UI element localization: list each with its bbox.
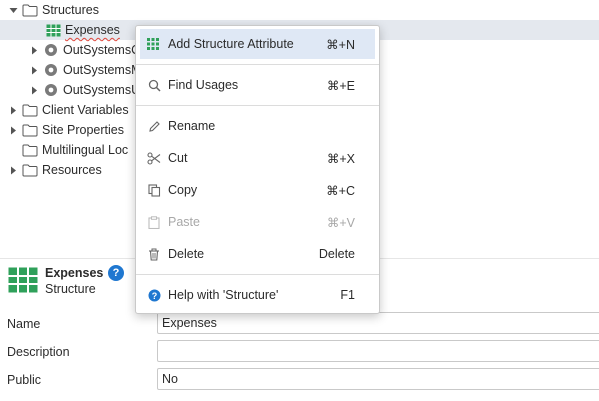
menu-item-label: Find Usages [168,78,239,92]
context-menu: Add Structure Attribute ⌘+N Find Usages … [135,25,380,314]
menu-item-add-structure-attribute[interactable]: Add Structure Attribute ⌘+N [140,29,375,59]
property-label: Public [7,373,42,387]
menu-item-shortcut: ⌘+X [326,151,355,166]
menu-item-label: Copy [168,183,198,197]
menu-separator [136,64,379,65]
folder-icon [22,162,38,178]
collapse-arrow-icon[interactable] [29,45,39,55]
menu-item-rename[interactable]: Rename [140,111,375,141]
menu-item-shortcut: ⌘+C [326,183,355,198]
public-select[interactable]: No [157,368,599,390]
expand-arrow-icon[interactable] [8,5,18,15]
menu-item-shortcut: ⌘+N [326,37,355,52]
add-attribute-icon [146,36,162,52]
tree-item-label: Multilingual Loc [42,143,129,157]
help-icon: ? [146,287,162,303]
tree-item-label: OutSystemsM [63,63,142,77]
module-icon [43,62,59,78]
tree-item-label: OutSystemsU [63,83,141,97]
menu-item-delete[interactable]: Delete Delete [140,239,375,269]
menu-separator [136,274,379,275]
copy-icon [146,182,162,198]
tree-item-expenses[interactable]: Expenses [45,20,120,40]
collapse-arrow-icon[interactable] [8,105,18,115]
menu-item-paste[interactable]: Paste ⌘+V [140,207,375,237]
menu-item-shortcut: ⌘+E [326,78,355,93]
property-row-name: Name Expenses [0,310,599,338]
tree-item-label: Site Properties [42,123,124,137]
menu-item-label: Rename [168,119,216,133]
scissors-icon [146,150,162,166]
folder-icon [22,142,38,158]
tree-item-site-properties[interactable]: Site Properties [8,120,124,140]
property-row-description: Description [0,338,599,366]
menu-item-shortcut: Delete [318,247,355,261]
collapse-arrow-icon[interactable] [29,65,39,75]
paste-icon [146,214,162,230]
structure-icon [45,22,61,38]
tree-item-label: Expenses [65,23,120,37]
pencil-icon [146,118,162,134]
menu-item-copy[interactable]: Copy ⌘+C [140,175,375,205]
tree-item-multilingual-locales[interactable]: Multilingual Loc [22,140,128,160]
menu-item-cut[interactable]: Cut ⌘+X [140,143,375,173]
help-icon[interactable]: ? [108,265,124,281]
search-icon [146,77,162,93]
svg-text:?: ? [151,291,157,301]
name-field[interactable]: Expenses [157,312,599,334]
folder-icon [22,102,38,118]
folder-icon [22,2,38,18]
menu-item-label: Delete [168,247,205,261]
tree-item-label: Client Variables [42,103,129,117]
folder-icon [22,122,38,138]
menu-item-label: Add Structure Attribute [168,37,294,51]
tree-item-outsystems-u[interactable]: OutSystemsU [29,80,140,100]
menu-item-label: Paste [168,215,200,229]
structure-icon [8,267,38,296]
menu-item-find-usages[interactable]: Find Usages ⌘+E [140,70,375,100]
collapse-arrow-icon[interactable] [8,125,18,135]
tree-item-resources[interactable]: Resources [8,160,102,180]
menu-item-help-structure[interactable]: ? Help with 'Structure' F1 [140,280,375,310]
module-icon [43,42,59,58]
description-field[interactable] [157,340,599,362]
collapse-arrow-icon[interactable] [8,165,18,175]
tree-item-outsystems-c[interactable]: OutSystemsC [29,40,140,60]
menu-separator [136,105,379,106]
properties-subtitle: Structure [45,282,96,296]
menu-item-label: Help with 'Structure' [168,288,279,302]
tree-item-label: Resources [42,163,102,177]
tree-item-label: Structures [42,3,99,17]
module-icon [43,82,59,98]
property-label: Name [7,317,41,331]
property-label: Description [7,345,70,359]
tree-item-label: OutSystemsC [63,43,141,57]
tree-item-client-variables[interactable]: Client Variables [8,100,129,120]
properties-title: Expenses [45,266,104,280]
menu-item-label: Cut [168,151,188,165]
tree-item-structures[interactable]: Structures [8,0,99,20]
menu-item-shortcut: F1 [340,288,355,302]
trash-icon [146,246,162,262]
menu-item-shortcut: ⌘+V [326,215,355,230]
property-row-public: Public No [0,366,599,394]
collapse-arrow-icon[interactable] [29,85,39,95]
tree-item-outsystems-m[interactable]: OutSystemsM [29,60,142,80]
